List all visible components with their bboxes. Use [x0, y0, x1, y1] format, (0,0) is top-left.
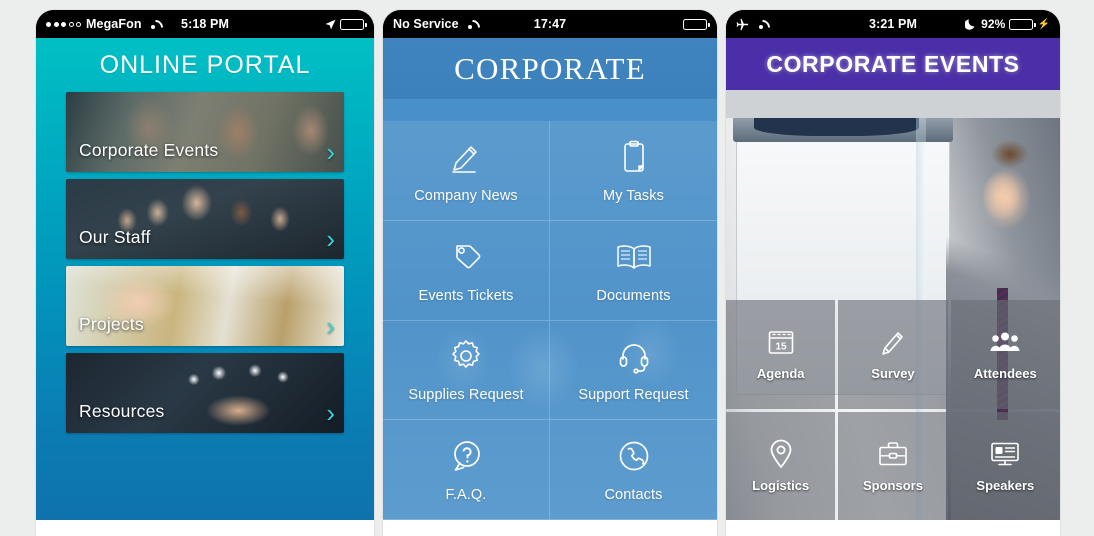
phone-mockup-online-portal: MegaFon 5:18 PM ONLINE PORTAL Corporate …	[36, 10, 374, 536]
signal-strength-icon	[46, 21, 81, 27]
phone1-screen: MegaFon 5:18 PM ONLINE PORTAL Corporate …	[36, 10, 374, 536]
corporate-tile-grid: Company News My Tasks Events Tickets Doc…	[383, 121, 717, 520]
status-bar-time: 17:47	[533, 17, 567, 31]
tile-label: Sponsors	[863, 477, 923, 493]
tile-label: Contacts	[604, 487, 663, 504]
airplane-mode-icon	[736, 18, 749, 30]
tile-label: Logistics	[752, 477, 810, 493]
screenshot-stage: MegaFon 5:18 PM ONLINE PORTAL Corporate …	[0, 0, 1094, 536]
tile-label: Speakers	[976, 477, 1035, 493]
status-bar-time: 5:18 PM	[181, 17, 229, 31]
tile-label: Support Request	[578, 387, 689, 404]
list-item-corporate-events[interactable]: Corporate Events ›	[66, 92, 344, 172]
phone1-home-area	[36, 520, 374, 536]
presentation-board-icon	[990, 439, 1020, 469]
phone-icon	[614, 436, 654, 476]
list-item-our-staff[interactable]: Our Staff ›	[66, 179, 344, 259]
phone1-content: ONLINE PORTAL Corporate Events › Our Sta…	[36, 38, 374, 520]
tile-label: Documents	[596, 287, 671, 304]
wifi-icon	[754, 19, 767, 29]
tile-my-tasks[interactable]: My Tasks	[550, 121, 717, 221]
tile-label: Company News	[414, 187, 518, 204]
tile-label: Supplies Request	[408, 387, 524, 404]
headset-icon	[614, 336, 654, 376]
tile-label: Agenda	[756, 366, 805, 382]
page-title: CORPORATE EVENTS	[766, 50, 1020, 77]
tile-agenda[interactable]: 15 Agenda	[726, 300, 836, 409]
phone2-screen: No Service 17:47 CORPORATE Company News …	[383, 10, 717, 536]
list-item-resources[interactable]: Resources ›	[66, 353, 344, 433]
question-bubble-icon	[446, 436, 486, 476]
hero-photo: 15 Agenda Survey Attendees Logistics Spo…	[726, 118, 1060, 520]
pencil-icon	[878, 327, 908, 357]
events-tile-grid: 15 Agenda Survey Attendees Logistics Spo…	[726, 300, 1060, 520]
briefcase-icon	[878, 439, 908, 469]
phone1-status-bar: MegaFon 5:18 PM	[36, 10, 374, 38]
tile-label: Attendees	[973, 366, 1037, 382]
tile-sponsors[interactable]: Sponsors	[838, 411, 948, 520]
navigation-bar: CORPORATE EVENTS	[726, 38, 1060, 90]
tile-faq[interactable]: F.A.Q.	[383, 420, 550, 520]
chevron-right-icon: ›	[326, 398, 335, 428]
chevron-right-icon: ›	[326, 137, 335, 167]
phone3-screen: 3:21 PM 92% ⚡ CORPORATE EVENTS 15 Agenda…	[726, 10, 1060, 536]
chevron-right-icon: ›	[326, 311, 335, 341]
phone2-home-area	[383, 520, 717, 536]
tile-attendees[interactable]: Attendees	[950, 300, 1060, 409]
tile-contacts[interactable]: Contacts	[550, 420, 717, 520]
tile-label: My Tasks	[603, 187, 664, 204]
calendar-day-number: 15	[775, 342, 787, 353]
phone-mockup-corporate: No Service 17:47 CORPORATE Company News …	[383, 10, 717, 536]
list-item-label: Corporate Events	[79, 140, 219, 160]
calendar-icon: 15	[766, 327, 796, 357]
page-title: ONLINE PORTAL	[99, 51, 311, 79]
status-bar-time: 3:21 PM	[869, 17, 917, 31]
phone3-content: CORPORATE EVENTS 15 Agenda Survey Attend…	[726, 38, 1060, 520]
tile-label: Events Tickets	[418, 287, 514, 304]
do-not-disturb-moon-icon	[965, 19, 975, 30]
list-item-projects[interactable]: Projects ›	[66, 266, 344, 346]
lightning-bolt-icon: ⚡	[1037, 18, 1051, 30]
clipboard-icon	[614, 137, 654, 177]
phone2-status-bar: No Service 17:47	[383, 10, 717, 38]
location-arrow-icon	[325, 19, 336, 29]
tile-company-news[interactable]: Company News	[383, 121, 550, 221]
carrier-label: MegaFon	[86, 17, 142, 31]
people-group-icon	[990, 327, 1020, 357]
pencil-icon	[446, 137, 486, 177]
phone2-content: CORPORATE Company News My Tasks Events T…	[383, 38, 717, 520]
tile-documents[interactable]: Documents	[550, 220, 717, 321]
battery-icon	[683, 18, 710, 30]
tile-supplies-request[interactable]: Supplies Request	[383, 320, 550, 421]
phone3-home-area	[726, 520, 1060, 536]
phone3-status-bar: 3:21 PM 92% ⚡	[726, 10, 1060, 38]
list-item-label: Projects	[79, 314, 144, 334]
tile-events-tickets[interactable]: Events Tickets	[383, 220, 550, 321]
wifi-icon	[147, 19, 160, 29]
portal-card-list: Corporate Events › Our Staff › Projects …	[36, 80, 374, 433]
tile-support-request[interactable]: Support Request	[550, 320, 717, 421]
chevron-right-icon: ›	[326, 224, 335, 254]
battery-icon	[1009, 18, 1036, 30]
list-item-label: Resources	[79, 401, 165, 421]
map-pin-icon	[766, 439, 796, 469]
list-item-label: Our Staff	[79, 227, 151, 247]
carrier-label: No Service	[393, 17, 459, 31]
tile-survey[interactable]: Survey	[838, 300, 948, 409]
battery-icon	[340, 18, 367, 30]
tile-label: F.A.Q.	[445, 487, 487, 504]
tag-icon	[446, 237, 486, 277]
page-title: CORPORATE	[454, 50, 646, 86]
book-icon	[614, 237, 654, 277]
tile-label: Survey	[871, 366, 915, 382]
phone-mockup-corporate-events: 3:21 PM 92% ⚡ CORPORATE EVENTS 15 Agenda…	[726, 10, 1060, 536]
tile-speakers[interactable]: Speakers	[950, 411, 1060, 520]
wifi-icon	[464, 19, 477, 29]
gear-icon	[446, 336, 486, 376]
tile-logistics[interactable]: Logistics	[726, 411, 836, 520]
navigation-bar: CORPORATE	[383, 38, 717, 100]
battery-percent-label: 92%	[981, 17, 1006, 31]
